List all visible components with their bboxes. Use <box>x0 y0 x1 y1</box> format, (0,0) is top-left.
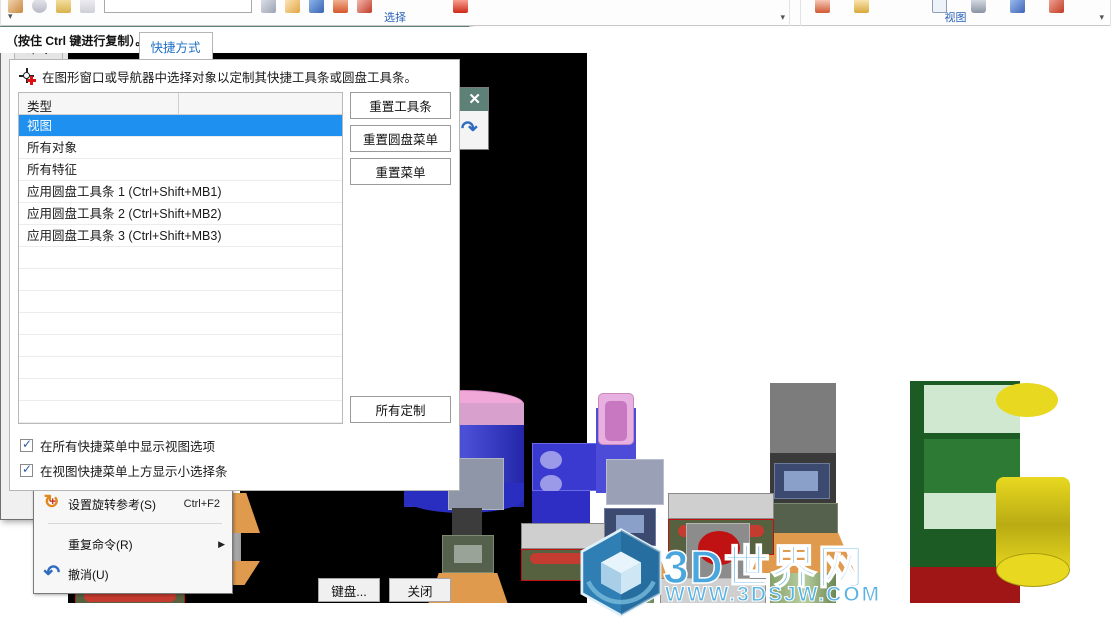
checkbox-show-mini-select-bar[interactable] <box>20 462 33 477</box>
tab-shortcuts[interactable]: 快捷方式 <box>138 32 213 59</box>
ribbon-left-overflow-caret[interactable]: ▾ <box>8 11 13 22</box>
checkbox-show-view-options[interactable] <box>20 437 33 452</box>
list-item-dial-toolbar-2[interactable]: 应用圆盘工具条 2 (Ctrl+Shift+MB2) <box>19 203 342 225</box>
list-item-blank[interactable] <box>19 313 342 335</box>
customize-dialog-panel: 在图形窗口或导航器中选择对象以定制其快捷工具条或圆盘工具条。 类型 视图 所有对… <box>9 59 460 491</box>
menu-separator <box>48 523 222 524</box>
ribbon-group-select: 选择 ▾ <box>0 0 790 26</box>
reset-menu-button[interactable]: 重置菜单 <box>350 158 451 185</box>
reset-dial-menu-button[interactable]: 重置圆盘菜单 <box>350 125 451 152</box>
list-item-blank[interactable] <box>19 379 342 401</box>
customize-dialog-footer: 键盘... 关闭 <box>0 568 467 618</box>
menu-item-label: 设置旋转参考(S) <box>68 497 156 512</box>
list-item-blank[interactable] <box>19 335 342 357</box>
crosshair-select-icon <box>19 68 36 85</box>
list-item-blank[interactable] <box>19 269 342 291</box>
all-customize-button[interactable]: 所有定制 <box>350 396 451 423</box>
checkbox-row-show-mini-select-bar[interactable]: 在视图快捷菜单上方显示小选择条 <box>20 458 459 483</box>
customize-grid-area: 类型 视图 所有对象 所有特征 应用圆盘工具条 1 (Ctrl+Shift+MB… <box>10 92 459 424</box>
no-icon <box>38 532 68 556</box>
menu-item-set-rotation-reference[interactable]: 设置旋转参考(S) Ctrl+F2 <box>34 489 232 519</box>
column-header-type: 类型 <box>19 93 179 114</box>
customize-checkbox-group: 在所有快捷菜单中显示视图选项 在视图快捷菜单上方显示小选择条 <box>10 424 459 483</box>
ribbon-group-label-select: 选择 <box>384 12 406 24</box>
reset-toolbar-button[interactable]: 重置工具条 <box>350 92 451 119</box>
customize-info-bar: 在图形窗口或导航器中选择对象以定制其快捷工具条或圆盘工具条。 <box>10 60 459 92</box>
list-item-view[interactable]: 视图 <box>19 115 342 137</box>
list-item-blank[interactable] <box>19 247 342 269</box>
button-column-spacer <box>350 191 451 390</box>
menu-item-accel: Ctrl+F2 <box>183 498 220 510</box>
redo-icon[interactable]: ↷ <box>459 118 482 142</box>
ribbon-strip: 选择 ▾ 视图 ▾ ▾ <box>0 0 1111 26</box>
list-header-row: 类型 <box>19 93 342 115</box>
menu-item-label: 重复命令(R) <box>68 537 133 552</box>
column-header-blank <box>179 93 342 114</box>
list-item-all-features[interactable]: 所有特征 <box>19 159 342 181</box>
customize-side-buttons: 重置工具条 重置圆盘菜单 重置菜单 所有定制 <box>350 92 451 424</box>
list-item-all-objects[interactable]: 所有对象 <box>19 137 342 159</box>
list-item-dial-toolbar-3[interactable]: 应用圆盘工具条 3 (Ctrl+Shift+MB3) <box>19 225 342 247</box>
list-item-blank[interactable] <box>19 401 342 423</box>
ribbon-view-overflow-caret[interactable]: ▾ <box>1099 12 1104 23</box>
close-icon[interactable]: ✕ <box>465 92 484 107</box>
submenu-arrow-icon: ▶ <box>218 538 225 549</box>
checkbox-label: 在所有快捷菜单中显示视图选项 <box>40 440 216 454</box>
customize-info-text: 在图形窗口或导航器中选择对象以定制其快捷工具条或圆盘工具条。 <box>42 71 418 85</box>
keyboard-button[interactable]: 键盘... <box>318 578 380 602</box>
list-item-dial-toolbar-1[interactable]: 应用圆盘工具条 1 (Ctrl+Shift+MB1) <box>19 181 342 203</box>
ribbon-select-overflow-caret[interactable]: ▾ <box>780 12 785 23</box>
close-button[interactable]: 关闭 <box>389 578 451 602</box>
checkbox-label: 在视图快捷菜单上方显示小选择条 <box>40 465 228 479</box>
rotate-ref-icon <box>38 491 68 516</box>
checkbox-row-show-view-options[interactable]: 在所有快捷菜单中显示视图选项 <box>20 433 459 458</box>
shortcut-type-list[interactable]: 类型 视图 所有对象 所有特征 应用圆盘工具条 1 (Ctrl+Shift+MB… <box>18 92 343 424</box>
customize-dialog[interactable]: 定制 ? ✕ 命令 选项卡/条 快捷方式 图标/工具提示 在图形窗口或导航器中选… <box>0 0 469 602</box>
list-item-blank[interactable] <box>19 357 342 379</box>
menu-item-repeat-command[interactable]: 重复命令(R) ▶ <box>34 529 232 559</box>
ribbon-group-label-view: 视图 <box>944 12 967 24</box>
list-item-blank[interactable] <box>19 291 342 313</box>
ribbon-group-view: 视图 ▾ <box>800 0 1111 26</box>
